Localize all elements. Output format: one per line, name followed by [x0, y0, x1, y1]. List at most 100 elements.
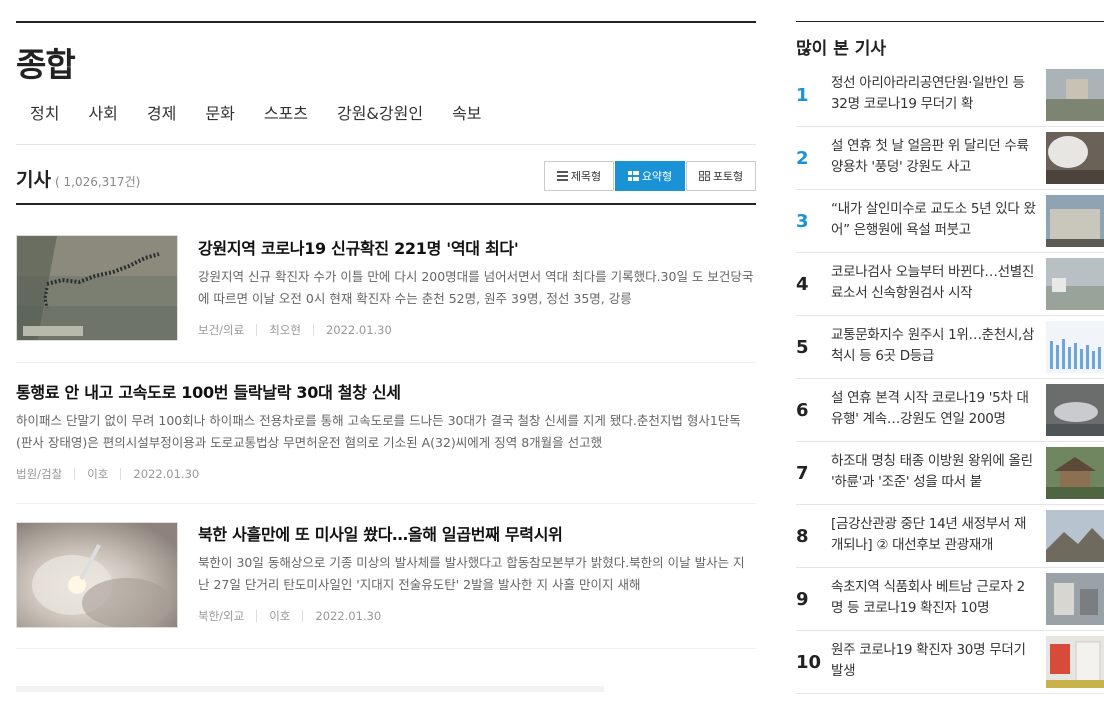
missile-launch-photo: [17, 523, 177, 627]
article-date: 2022.01.30: [120, 468, 211, 480]
rank-title[interactable]: 교통문화지수 원주시 1위…춘천시,삼척시 등 6곳 D등급: [831, 325, 1036, 367]
article-item: 통행료 안 내고 고속도로 100번 들락날락 30대 철창 신세 하이패스 단…: [16, 363, 756, 504]
view-mode-switch: 제목형 요약형 포토형: [543, 161, 756, 191]
article-list-header: 기사 ( 1,026,317건) 제목형 요약형 포토형: [16, 145, 756, 205]
rank-number: 7: [796, 463, 809, 484]
main-column: 종합 정치 사회 경제 문화 스포츠 강원&강원인 속보 기사 ( 1,026,…: [16, 21, 756, 649]
rank-title[interactable]: 원주 코로나19 확진자 30명 무더기 발생: [831, 640, 1036, 682]
summary-view-button[interactable]: 요약형: [615, 161, 685, 191]
most-read-item[interactable]: 2 설 연휴 첫 날 얼음판 위 달리던 수륙양용차 '풍덩' 강원도 사고: [796, 127, 1104, 190]
top-divider: [16, 21, 756, 23]
mountain-photo: [1046, 510, 1104, 562]
article-date: 2022.01.30: [312, 324, 404, 336]
most-read-item[interactable]: 3 “내가 살인미수로 교도소 5년 있다 왔어” 은행원에 욕설 퍼붓고: [796, 190, 1104, 253]
photo-view-label: 포토형: [712, 170, 744, 183]
sidebar-top-divider: [796, 21, 1104, 22]
category-tab-society[interactable]: 사회: [88, 103, 117, 127]
rank-thumbnail[interactable]: [1046, 132, 1104, 184]
category-tab-culture[interactable]: 문화: [205, 103, 234, 127]
title-view-label: 제목형: [570, 170, 602, 183]
rank-title[interactable]: 설 연휴 첫 날 얼음판 위 달리던 수륙양용차 '풍덩' 강원도 사고: [831, 136, 1036, 178]
rank-thumbnail[interactable]: [1046, 195, 1104, 247]
article-count: ( 1,026,317건): [55, 175, 141, 189]
article-headline[interactable]: 강원지역 코로나19 신규확진 221명 '역대 최다': [198, 237, 756, 261]
rank-title[interactable]: 속초지역 식품회사 베트남 근로자 2명 등 코로나19 확진자 10명: [831, 577, 1036, 619]
rank-number: 3: [796, 211, 809, 232]
most-read-item[interactable]: 7 하조대 명칭 태종 이방원 왕위에 올린 '하륜'과 '조준' 성을 따서 …: [796, 442, 1104, 505]
rank-number: 8: [796, 526, 809, 547]
list-icon: [556, 171, 568, 181]
article-meta: 북한/외교 이호 2022.01.30: [198, 610, 756, 622]
ice-accident-photo: [1046, 132, 1104, 184]
article-headline[interactable]: 통행료 안 내고 고속도로 100번 들락날락 30대 철창 신세: [16, 381, 756, 405]
article-summary[interactable]: 강원지역 신규 확진자 수가 이틀 만에 다시 200명대를 넘어서면서 역대 …: [198, 266, 756, 310]
article-date: 2022.01.30: [302, 610, 393, 622]
rank-title[interactable]: [금강산관광 중단 14년 새정부서 재개되나] ② 대선후보 관광재개: [831, 514, 1036, 556]
article-author: 이호: [256, 610, 302, 622]
outdoor-photo: [1046, 69, 1104, 121]
rank-thumbnail[interactable]: [1046, 447, 1104, 499]
article-text: 북한 사흘만에 또 미사일 쐈다…올해 일곱번째 무력시위 북한이 30일 동해…: [198, 523, 756, 622]
covid-testing-line-photo: [17, 236, 177, 340]
rank-thumbnail[interactable]: [1046, 384, 1104, 436]
category-tab-breaking[interactable]: 속보: [452, 103, 481, 127]
rank-thumbnail[interactable]: [1046, 636, 1104, 688]
most-read-item[interactable]: 4 코로나검사 오늘부터 바뀐다…선별진료소서 신속항원검사 시작: [796, 253, 1104, 316]
article-thumbnail[interactable]: [16, 522, 178, 628]
rank-title[interactable]: “내가 살인미수로 교도소 5년 있다 왔어” 은행원에 욕설 퍼붓고: [831, 199, 1036, 241]
article-author: 이호: [74, 468, 120, 480]
rank-thumbnail[interactable]: [1046, 510, 1104, 562]
most-read-item[interactable]: 8 [금강산관광 중단 14년 새정부서 재개되나] ② 대선후보 관광재개: [796, 505, 1104, 568]
article-meta: 보건/의료 최오현 2022.01.30: [198, 324, 756, 336]
most-read-item[interactable]: 6 설 연휴 본격 시작 코로나19 '5차 대유행' 계속…강원도 연일 20…: [796, 379, 1104, 442]
category-nav: 정치 사회 경제 문화 스포츠 강원&강원인 속보: [16, 103, 756, 127]
article-text: 강원지역 코로나19 신규확진 221명 '역대 최다' 강원지역 신규 확진자…: [198, 237, 756, 336]
rank-number: 2: [796, 148, 809, 169]
rank-title[interactable]: 정선 아리아라리공연단원·일반인 등 32명 코로나19 무더기 확: [831, 73, 1036, 115]
rank-title[interactable]: 하조대 명칭 태종 이방원 왕위에 올린 '하륜'과 '조준' 성을 따서 붙: [831, 451, 1036, 493]
rank-thumbnail[interactable]: [1046, 321, 1104, 373]
building-photo: [1046, 195, 1104, 247]
title-view-button[interactable]: 제목형: [544, 161, 614, 191]
most-read-list: 1 정선 아리아라리공연단원·일반인 등 32명 코로나19 무더기 확 2 설…: [796, 64, 1104, 694]
article-category: 보건/의료: [198, 323, 245, 337]
grid-icon: [698, 171, 710, 181]
category-tab-sports[interactable]: 스포츠: [264, 103, 308, 127]
most-read-sidebar: 많이 본 기사 1 정선 아리아라리공연단원·일반인 등 32명 코로나19 무…: [796, 21, 1104, 694]
street-photo: [1046, 573, 1104, 625]
rank-number: 1: [796, 85, 809, 106]
rank-thumbnail[interactable]: [1046, 69, 1104, 121]
article-item: 북한 사흘만에 또 미사일 쐈다…올해 일곱번째 무력시위 북한이 30일 동해…: [16, 504, 756, 649]
article-text: 통행료 안 내고 고속도로 100번 들락날락 30대 철창 신세 하이패스 단…: [16, 381, 756, 480]
pavilion-photo: [1046, 447, 1104, 499]
photo-view-button[interactable]: 포토형: [686, 161, 756, 191]
category-tab-politics[interactable]: 정치: [30, 103, 59, 127]
list-title: 기사: [16, 169, 51, 191]
article-summary[interactable]: 하이패스 단말기 없이 무려 100회나 하이패스 전용차로를 통해 고속도로를…: [16, 410, 756, 454]
most-read-item[interactable]: 10 원주 코로나19 확진자 30명 무더기 발생: [796, 631, 1104, 694]
most-read-item[interactable]: 5 교통문화지수 원주시 1위…춘천시,삼척시 등 6곳 D등급: [796, 316, 1104, 379]
article-thumbnail[interactable]: [16, 235, 178, 341]
most-read-item[interactable]: 1 정선 아리아라리공연단원·일반인 등 32명 코로나19 무더기 확: [796, 64, 1104, 127]
clinic-photo: [1046, 636, 1104, 688]
rank-thumbnail[interactable]: [1046, 573, 1104, 625]
rank-number: 5: [796, 337, 809, 358]
summary-list-icon: [627, 171, 639, 181]
rank-thumbnail[interactable]: [1046, 258, 1104, 310]
article-category: 법원/검찰: [16, 467, 63, 481]
rank-number: 4: [796, 274, 809, 295]
aerial-photo: [1046, 384, 1104, 436]
article-headline[interactable]: 북한 사흘만에 또 미사일 쐈다…올해 일곱번째 무력시위: [198, 523, 756, 547]
rank-number: 10: [796, 652, 822, 673]
rank-title[interactable]: 코로나검사 오늘부터 바뀐다…선별진료소서 신속항원검사 시작: [831, 262, 1036, 304]
rank-number: 9: [796, 589, 809, 610]
testing-site-photo: [1046, 258, 1104, 310]
category-tab-economy[interactable]: 경제: [147, 103, 176, 127]
article-summary[interactable]: 북한이 30일 동해상으로 기종 미상의 발사체를 발사했다고 합동참모본부가 …: [198, 552, 756, 596]
rank-number: 6: [796, 400, 809, 421]
loading-placeholder-bar: [16, 686, 604, 692]
most-read-item[interactable]: 9 속초지역 식품회사 베트남 근로자 2명 등 코로나19 확진자 10명: [796, 568, 1104, 631]
bar-graph-thumbnail: [1046, 321, 1104, 373]
category-tab-gangwon-people[interactable]: 강원&강원인: [337, 103, 423, 127]
rank-title[interactable]: 설 연휴 본격 시작 코로나19 '5차 대유행' 계속…강원도 연일 200명: [831, 388, 1036, 430]
